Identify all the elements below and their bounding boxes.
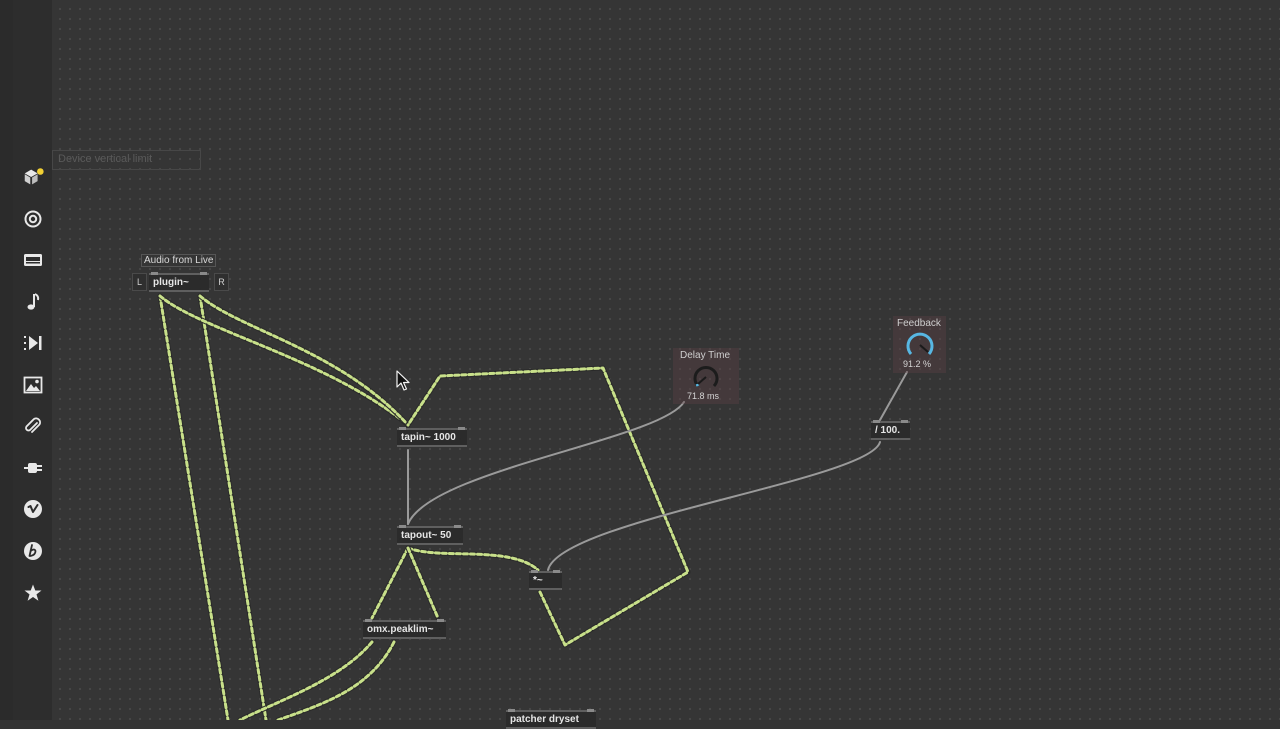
tapout-object[interactable]: tapout~ 50 — [397, 525, 463, 545]
feedback-dial[interactable]: Feedback 91.2 % — [893, 316, 946, 373]
control-cords — [407, 371, 908, 571]
patch-cords — [157, 293, 908, 720]
left-channel-button[interactable]: L — [132, 273, 147, 291]
delay-time-knob[interactable] — [689, 362, 723, 392]
feedback-knob[interactable] — [903, 330, 937, 360]
tapin-object[interactable]: tapin~ 1000 — [397, 427, 467, 447]
delay-time-value: 71.8 ms — [687, 391, 720, 401]
feedback-value: 91.2 % — [903, 359, 932, 369]
delay-time-label: Delay Time — [680, 350, 731, 361]
delay-time-dial[interactable]: Delay Time 71.8 ms — [673, 348, 739, 404]
divide-object[interactable]: / 100. — [871, 420, 910, 440]
peaklim-object[interactable]: omx.peaklim~ — [363, 619, 446, 639]
multiply-object[interactable]: *~ — [529, 570, 562, 590]
right-channel-button[interactable]: R — [214, 273, 229, 291]
audio-from-live-comment: Audio from Live — [141, 254, 217, 267]
feedback-label: Feedback — [897, 318, 941, 329]
signal-cords — [157, 293, 691, 720]
plugin-object[interactable]: plugin~ — [149, 272, 209, 292]
mouse-cursor-icon — [396, 370, 410, 391]
